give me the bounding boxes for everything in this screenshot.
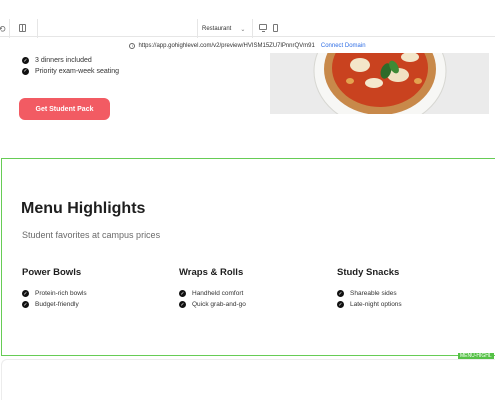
check-circle-icon: ✓ — [337, 290, 344, 297]
toolbar-divider — [252, 19, 253, 38]
check-circle-icon: ✓ — [337, 301, 344, 308]
menu-item-text: Protein-rich bowls — [35, 290, 87, 297]
page-selector-label: Restaurant — [202, 26, 232, 32]
check-circle-icon: ✓ — [179, 290, 186, 297]
pizza-image — [270, 53, 489, 114]
hero-feature-item: ✓ Priority exam-week seating — [22, 65, 119, 77]
editor-toolbar: ⟲ Restaurant ⌄ — [0, 0, 495, 38]
menu-column: Power Bowls ✓ Protein-rich bowls ✓ Budge… — [22, 267, 87, 310]
check-circle-icon: ✓ — [179, 301, 186, 308]
pizza-illustration — [270, 53, 489, 114]
menu-column-heading: Study Snacks — [337, 267, 400, 278]
preview-url[interactable]: https://app.gohighlevel.com/v2/preview/H… — [138, 43, 314, 49]
menu-column: Wraps & Rolls ✓ Handheld comfort ✓ Quick… — [179, 267, 246, 310]
check-circle-icon: ✓ — [22, 290, 29, 297]
desktop-icon[interactable] — [259, 24, 267, 32]
back-icon[interactable]: ⟲ — [0, 25, 6, 34]
menu-column-item: ✓ Late-night options — [337, 299, 402, 310]
menu-column-item: ✓ Handheld comfort — [179, 288, 246, 299]
toolbar-divider — [37, 19, 38, 38]
menu-item-text: Quick grab-and-go — [192, 301, 246, 308]
check-circle-icon: ✓ — [22, 301, 29, 308]
mobile-icon[interactable] — [273, 24, 278, 32]
toolbar-divider — [197, 19, 198, 38]
menu-column-heading: Wraps & Rolls — [179, 267, 244, 278]
connect-domain-link[interactable]: Connect Domain — [321, 43, 366, 49]
hero-feature-item: ✓ 3 dinners included — [22, 55, 119, 64]
hero-feature-text: 3 dinners included — [35, 57, 92, 64]
menu-item-text: Handheld comfort — [192, 290, 244, 297]
menu-subtitle: Student favorites at campus prices — [22, 230, 161, 240]
menu-column: Study Snacks ✓ Shareable sides ✓ Late-ni… — [337, 267, 402, 310]
menu-column-item: ✓ Quick grab-and-go — [179, 299, 246, 310]
chevron-down-icon: ⌄ — [240, 26, 246, 33]
next-section[interactable] — [1, 359, 495, 400]
info-icon: i — [129, 42, 136, 49]
menu-item-text: Shareable sides — [350, 290, 397, 297]
check-circle-icon: ✓ — [22, 67, 29, 75]
preview-url-bar: i https://app.gohighlevel.com/v2/preview… — [0, 38, 495, 53]
menu-title: Menu Highlights — [21, 200, 146, 217]
menu-column-item: ✓ Shareable sides — [337, 288, 402, 299]
hero-feature-text: Priority exam-week seating — [35, 67, 120, 75]
hero-feature-list: ✓ 3 dinners included ✓ Priority exam-wee… — [22, 55, 119, 78]
sidebar-toggle-icon[interactable] — [19, 24, 26, 32]
menu-column-heading: Power Bowls — [22, 267, 82, 278]
page-selector[interactable]: Restaurant ⌄ — [202, 24, 245, 34]
menu-column-item: ✓ Protein-rich bowls — [22, 288, 87, 299]
toolbar-divider — [9, 19, 10, 38]
menu-item-text: Budget-friendly — [35, 301, 79, 308]
check-circle-icon: ✓ — [22, 57, 29, 64]
menu-highlights-section[interactable] — [1, 158, 495, 356]
menu-item-text: Late-night options — [350, 301, 402, 308]
menu-column-item: ✓ Budget-friendly — [22, 299, 87, 310]
get-student-pack-button[interactable]: Get Student Pack — [19, 98, 110, 120]
